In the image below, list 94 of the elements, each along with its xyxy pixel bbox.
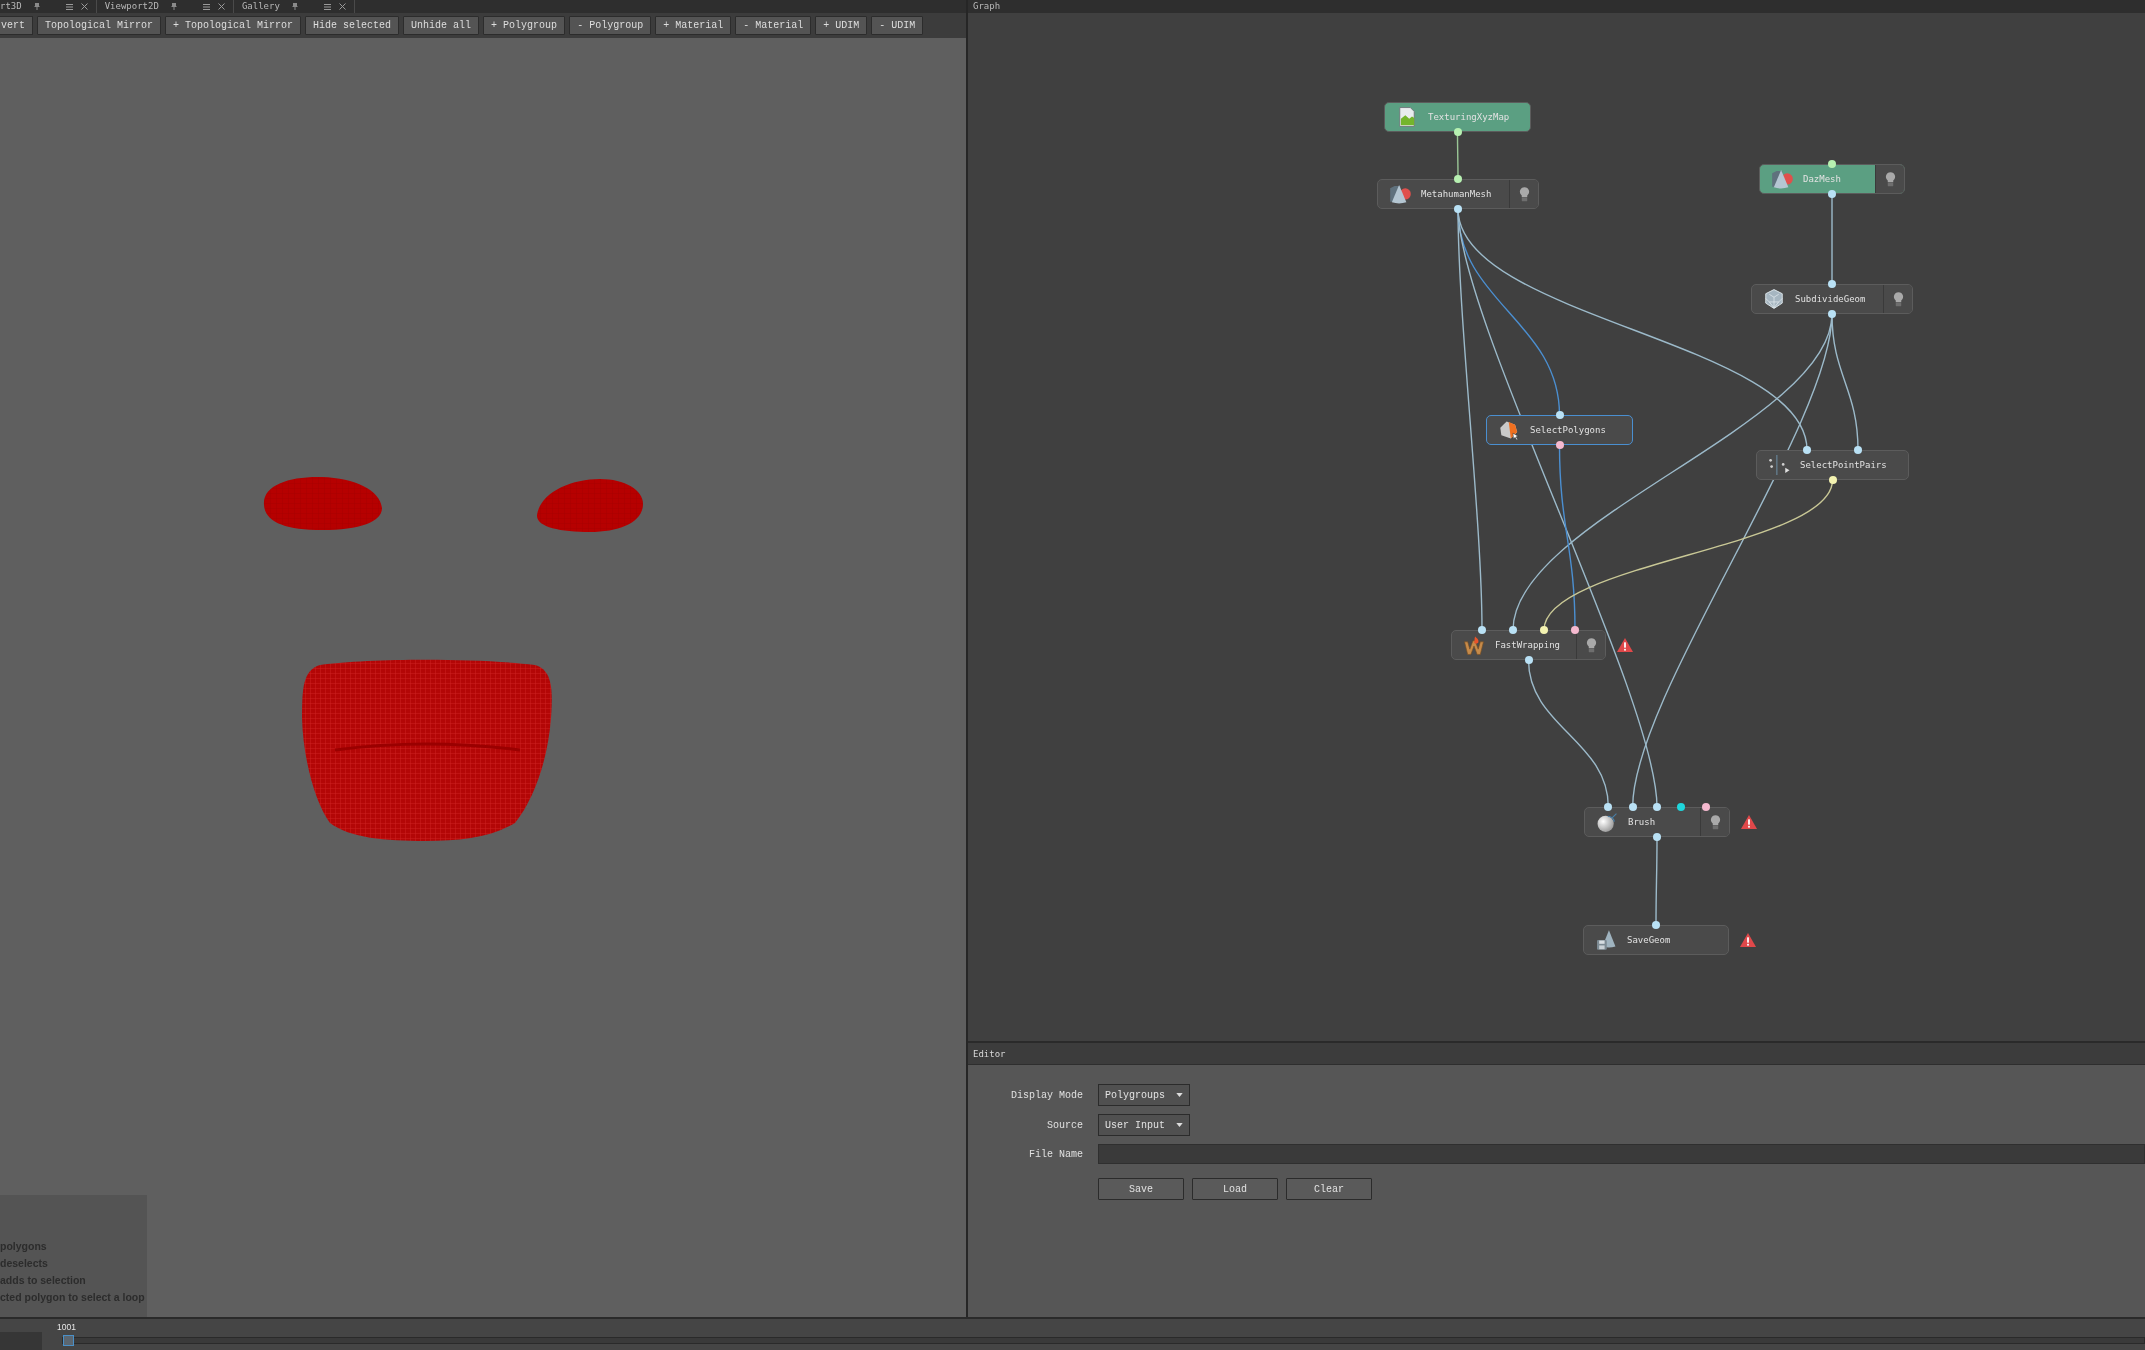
input-port-icon[interactable] <box>1571 626 1579 634</box>
timeline-track[interactable] <box>62 1337 2145 1344</box>
node-label: DazMesh <box>1803 174 1842 184</box>
tab-label[interactable]: Viewport2D <box>104 1 159 12</box>
input-port-icon[interactable] <box>1604 803 1613 811</box>
graph-node[interactable]: Brush <box>1584 807 1730 837</box>
toolbar-button[interactable]: Unhide all <box>403 16 480 35</box>
input-port-icon[interactable] <box>1540 626 1548 634</box>
output-port-icon[interactable] <box>1828 310 1836 318</box>
cube-cone-sphere-icon <box>1771 169 1793 189</box>
graph-node[interactable]: SaveGeom <box>1583 925 1729 955</box>
menu-icon[interactable] <box>65 3 73 10</box>
toolbar-button[interactable]: vert <box>0 16 33 35</box>
node-graph-canvas[interactable]: TexturingXyzMap MetahumanMesh DazMesh SubdivideGeom SelectPolygons SelectPointPairs FastWrapping Brush SaveGeom <box>968 13 2145 1041</box>
input-port-icon[interactable] <box>1509 626 1517 634</box>
toolbar-button[interactable]: + UDIM <box>815 16 868 35</box>
node-label: SaveGeom <box>1627 935 1672 945</box>
image-file-icon <box>1399 107 1415 127</box>
toolbar-button[interactable]: + Material <box>655 16 732 35</box>
dropdown[interactable]: Polygroups <box>1098 1084 1190 1106</box>
input-port-icon[interactable] <box>1478 626 1486 634</box>
pin-icon[interactable] <box>291 3 298 10</box>
toolbar-button[interactable]: - Polygroup <box>569 16 652 35</box>
toolbar-button[interactable]: - UDIM <box>871 16 924 35</box>
editor-button[interactable]: Clear <box>1286 1178 1372 1200</box>
preview-toggle[interactable] <box>1509 180 1538 208</box>
input-port-icon[interactable] <box>1701 803 1710 811</box>
graph-node[interactable]: SelectPolygons <box>1486 415 1633 445</box>
tab-label[interactable]: Graph <box>973 1 1001 12</box>
close-icon[interactable] <box>80 3 88 10</box>
output-port-icon[interactable] <box>1524 656 1533 664</box>
node-label: Brush <box>1628 817 1657 827</box>
graph-node[interactable]: SelectPointPairs <box>1756 450 1909 480</box>
toolbar-button[interactable]: Hide selected <box>305 16 400 35</box>
toolbar-button[interactable]: - Material <box>735 16 812 35</box>
point-dots-icon <box>1768 455 1790 475</box>
toolbar-button[interactable]: + Topological Mirror <box>165 16 302 35</box>
editor-button[interactable]: Save <box>1098 1178 1184 1200</box>
field-label: File Name <box>1028 1148 1083 1160</box>
floppy-cone-icon <box>1596 930 1616 950</box>
output-port-icon[interactable] <box>1828 476 1837 484</box>
node-label: SubdivideGeom <box>1795 294 1867 304</box>
menu-icon[interactable] <box>202 3 210 10</box>
input-port-icon[interactable] <box>1677 803 1686 811</box>
field-label: Display Mode <box>1010 1089 1083 1101</box>
cube-cone-sphere-icon <box>1389 184 1411 204</box>
tab-label[interactable]: Gallery <box>241 1 280 12</box>
input-port-icon[interactable] <box>1803 446 1811 454</box>
input-port-icon[interactable] <box>1652 921 1660 929</box>
input-port-icon[interactable] <box>1653 803 1661 811</box>
menu-icon[interactable] <box>323 3 331 10</box>
pin-icon[interactable] <box>33 3 40 10</box>
input-port-icon[interactable] <box>1454 175 1462 183</box>
node-label: SelectPointPairs <box>1800 460 1888 470</box>
dropdown[interactable]: User Input <box>1098 1114 1190 1136</box>
close-icon[interactable] <box>338 3 346 10</box>
timeline-thumb[interactable] <box>63 1335 74 1346</box>
node-label: TexturingXyzMap <box>1428 112 1511 122</box>
panel-title: Editor <box>973 1048 1006 1059</box>
w-flame-icon <box>1464 635 1484 655</box>
tab-label[interactable]: rt3D <box>0 1 22 12</box>
output-port-icon[interactable] <box>1828 190 1836 198</box>
input-port-icon[interactable] <box>1628 803 1637 811</box>
input-field[interactable] <box>1098 1144 2145 1164</box>
close-icon[interactable] <box>217 3 225 10</box>
preview-toggle[interactable] <box>1883 285 1912 313</box>
polygon-cursor-icon <box>1499 420 1519 440</box>
frame-label: 1001 <box>57 1322 76 1332</box>
input-port-icon[interactable] <box>1854 446 1862 454</box>
editor-button[interactable]: Load <box>1192 1178 1278 1200</box>
input-port-icon[interactable] <box>1828 280 1836 288</box>
node-label: MetahumanMesh <box>1421 189 1493 199</box>
field-label: Source <box>1046 1119 1083 1131</box>
toolbar-button[interactable]: + Polygroup <box>483 16 566 35</box>
output-port-icon[interactable] <box>1454 205 1462 213</box>
node-label: FastWrapping <box>1495 640 1562 650</box>
toolbar-button[interactable]: Topological Mirror <box>37 16 162 35</box>
preview-toggle[interactable] <box>1875 165 1904 193</box>
input-port-icon[interactable] <box>1828 160 1836 168</box>
output-port-icon[interactable] <box>1555 441 1564 449</box>
output-port-icon[interactable] <box>1453 128 1462 136</box>
caret-icon <box>1176 1123 1183 1127</box>
graph-node[interactable]: SubdivideGeom <box>1751 284 1913 314</box>
preview-toggle[interactable] <box>1700 808 1729 836</box>
caret-icon <box>1176 1093 1183 1097</box>
graph-node[interactable]: FastWrapping <box>1451 630 1606 660</box>
input-port-icon[interactable] <box>1555 411 1564 419</box>
preview-toggle[interactable] <box>1576 631 1605 659</box>
polyhedron-icon <box>1765 289 1783 309</box>
output-port-icon[interactable] <box>1653 833 1661 841</box>
sphere-brush-icon <box>1597 812 1617 832</box>
graph-node[interactable]: MetahumanMesh <box>1377 179 1539 209</box>
pin-icon[interactable] <box>170 3 177 10</box>
node-label: SelectPolygons <box>1530 425 1607 435</box>
